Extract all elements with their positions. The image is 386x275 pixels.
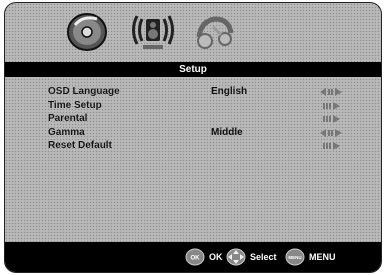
ok-button-text: OK: [191, 256, 201, 262]
right-arrow-icon: [320, 101, 342, 111]
menu-item-label: Gamma: [48, 126, 85, 138]
ok-legend: OK OK: [185, 248, 223, 266]
menu-button-text: MENU: [288, 255, 301, 260]
left-right-arrow-icon: [320, 128, 342, 138]
menu-item-value: English: [211, 86, 248, 97]
disc-icon[interactable]: [63, 7, 111, 55]
select-label: Select: [250, 252, 277, 262]
menu-item-label: Time Setup: [48, 99, 102, 111]
setup-tools-icon[interactable]: [191, 7, 239, 55]
menu-item-time-setup[interactable]: Time Setup: [5, 99, 381, 113]
menu-item-label: OSD Language: [48, 86, 120, 97]
menu-item-value: Middle: [211, 126, 243, 138]
ok-label: OK: [209, 252, 223, 262]
osd-screen: Setup OSD Language English Time Setup Pa…: [4, 2, 382, 273]
navigation-pad-icon: [226, 248, 246, 266]
menu-label: MENU: [309, 252, 336, 262]
setup-menu: OSD Language English Time Setup Parental…: [5, 85, 381, 153]
left-right-arrow-icon: [320, 87, 342, 97]
footer-bar: OK OK Select MENU MENU: [5, 242, 381, 272]
ok-button-icon: OK: [185, 248, 205, 266]
menu-item-reset-default[interactable]: Reset Default: [5, 139, 381, 153]
menu-item-osd-language[interactable]: OSD Language English: [5, 85, 381, 99]
menu-item-parental[interactable]: Parental: [5, 112, 381, 126]
right-arrow-icon: [320, 114, 342, 124]
menu-legend: MENU MENU: [285, 248, 336, 266]
top-icon-row: [5, 3, 381, 60]
menu-button-icon: MENU: [285, 248, 305, 266]
speaker-sound-icon[interactable]: [129, 7, 177, 55]
menu-item-gamma[interactable]: Gamma Middle: [5, 126, 381, 140]
right-arrow-icon: [320, 141, 342, 151]
menu-item-label: Parental: [48, 113, 88, 124]
page-title: Setup: [5, 62, 381, 77]
menu-item-label: Reset Default: [48, 140, 112, 151]
select-legend: Select: [226, 248, 277, 266]
